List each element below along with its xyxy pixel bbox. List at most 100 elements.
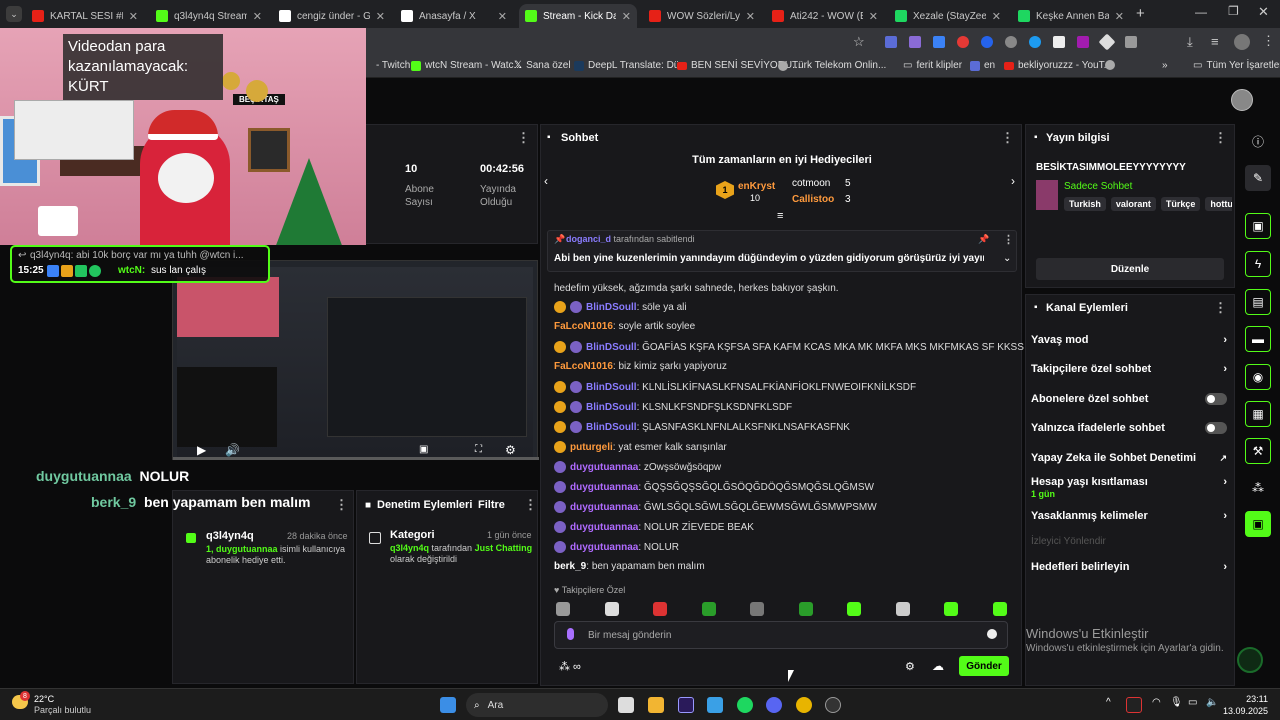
browser-tab[interactable]: q3l4yn4q Stream - W ✕ (150, 4, 268, 28)
extension-icon[interactable] (957, 36, 969, 48)
mic-icon[interactable] (567, 628, 574, 640)
bookmarks-overflow-icon[interactable]: » (1162, 60, 1168, 71)
bookmark[interactable]: 𝕏 Sana özel (514, 60, 571, 71)
extension-icon[interactable] (885, 36, 897, 48)
close-window-button[interactable]: ✕ (1258, 4, 1269, 20)
tag[interactable]: Turkish (1064, 197, 1106, 211)
filter-button[interactable]: Filtre (478, 499, 505, 511)
start-button[interactable] (440, 697, 456, 713)
close-tab-icon[interactable]: ✕ (253, 10, 262, 23)
extension-icon[interactable] (1053, 36, 1065, 48)
settings-icon[interactable]: ⚙ (905, 660, 915, 673)
chat-username[interactable]: BlinDSoull (586, 422, 637, 433)
chat-username[interactable]: FaLcoN1016 (554, 321, 613, 332)
list-icon[interactable]: ▤ (1245, 289, 1271, 315)
tag[interactable]: valorant (1110, 197, 1156, 211)
game-icon[interactable]: ▣ (1245, 511, 1271, 537)
user-avatar[interactable] (1231, 89, 1253, 111)
all-bookmarks[interactable]: ▭ Tüm Yer İşaretleri (1193, 60, 1280, 71)
close-tab-icon[interactable]: ✕ (1115, 10, 1124, 23)
info-icon[interactable]: ⓘ (1245, 128, 1271, 154)
unpin-icon[interactable]: 📌 (978, 234, 989, 245)
send-button[interactable]: Gönder (959, 656, 1009, 676)
edit-icon[interactable]: ✎ (1245, 165, 1271, 191)
close-tab-icon[interactable]: ✕ (869, 10, 878, 23)
bookmark-star-icon[interactable]: ☆ (853, 34, 865, 50)
more-icon[interactable]: ⋮ (1214, 300, 1227, 316)
emote-icon[interactable] (798, 602, 813, 616)
slow-mode-row[interactable]: Yavaş mod › (1031, 334, 1227, 346)
emote-icon[interactable] (992, 602, 1007, 616)
chat-username[interactable]: BlinDSoull (586, 402, 637, 413)
chrome-icon[interactable] (796, 697, 812, 713)
stream-category[interactable]: Sadece Sohbet (1064, 181, 1132, 192)
subs-chat-toggle[interactable] (1205, 393, 1227, 405)
chat-bubble-icon[interactable]: ▬ (1245, 326, 1271, 352)
browser-tab[interactable]: Stream - Kick Dashbo ✕ (519, 4, 637, 28)
chat-username[interactable]: BlinDSoull (586, 382, 637, 393)
close-tab-icon[interactable]: ✕ (622, 10, 631, 23)
browser-tab[interactable]: Ati242 - WOW (BEAT ✕ (766, 4, 884, 28)
tray-app-icon[interactable] (1126, 697, 1142, 713)
browser-tab[interactable]: Anasayfa / X ✕ (395, 4, 513, 28)
followers-chat-row[interactable]: Takipçilere özel sohbet › (1031, 363, 1227, 375)
expand-icon[interactable]: ⌄ (1003, 253, 1011, 264)
chat-username[interactable]: BlinDSoull (586, 342, 637, 353)
next-arrow-icon[interactable]: › (1011, 174, 1015, 188)
ai-mod-row[interactable]: Yapay Zeka ile Sohbet Denetimi ↗ (1031, 452, 1227, 464)
close-tab-icon[interactable]: ✕ (992, 10, 1001, 23)
extension-icon[interactable] (1005, 36, 1017, 48)
chat-username[interactable]: duygutuannaa (570, 522, 638, 533)
extension-icon[interactable] (981, 36, 993, 48)
media-icon[interactable]: ≡ (1211, 34, 1219, 49)
bookmark[interactable]: Türk Telekom Onlin... (778, 60, 886, 71)
tray-arrow-icon[interactable]: ^ (1106, 697, 1111, 708)
browser-tab[interactable]: KARTAL SESİ #Beşiktaş ✕ (26, 4, 144, 28)
lightning-icon[interactable]: ϟ (1245, 251, 1271, 277)
banned-words-row[interactable]: Yasaklanmış kelimeler › (1031, 510, 1227, 522)
target-row[interactable]: Hedefleri belirleyin › (1031, 561, 1227, 573)
tab-list-button[interactable]: ⌄ (6, 6, 22, 22)
minimize-button[interactable]: — (1195, 5, 1207, 19)
bookmark[interactable]: wtcN Stream - Watc... (411, 60, 522, 71)
activity-name[interactable]: q3l4yn4q (206, 530, 254, 542)
close-tab-icon[interactable]: ✕ (746, 10, 755, 23)
extension-icon[interactable] (1077, 36, 1089, 48)
file-explorer-icon[interactable] (648, 697, 664, 713)
gifter-2-name[interactable]: cotmoon (792, 178, 830, 189)
extension-icon[interactable] (1098, 33, 1116, 51)
chat-username[interactable]: duygutuannaa (570, 482, 638, 493)
chat-username[interactable]: puturgeli (570, 442, 613, 453)
task-view-icon[interactable] (618, 697, 634, 713)
mic-icon[interactable]: 🎙 (1170, 697, 1183, 708)
broadcast-icon[interactable]: ◉ (1245, 364, 1271, 390)
bookmark-folder[interactable]: ▭ ferit klipler (903, 60, 962, 71)
emote-icon[interactable] (604, 602, 619, 616)
emote-picker-icon[interactable]: ☁ (932, 659, 944, 673)
prev-arrow-icon[interactable]: ‹ (544, 174, 548, 188)
puzzle-icon[interactable] (1125, 36, 1137, 48)
weather-temp[interactable]: 22°C (34, 694, 54, 704)
fullscreen-icon[interactable]: ⛶ (475, 444, 482, 455)
edit-button[interactable]: Düzenle (1036, 258, 1224, 280)
more-icon[interactable]: ⋮ (1001, 130, 1014, 146)
extension-icon[interactable] (933, 36, 945, 48)
more-icon[interactable]: ⋮ (524, 497, 537, 513)
obs-icon[interactable] (825, 697, 841, 713)
emote-icon[interactable] (701, 602, 716, 616)
network-icon[interactable]: ▭ (1188, 697, 1197, 708)
apps-icon[interactable]: ⁂ (1245, 475, 1271, 501)
taskbar-search[interactable]: ⌕ Ara (466, 693, 608, 717)
chat-username[interactable]: BlinDSoull (586, 302, 637, 313)
more-icon[interactable]: ⋮ (335, 497, 348, 513)
progress-bar[interactable] (173, 457, 539, 460)
more-icon[interactable]: ⋮ (517, 130, 530, 146)
close-tab-icon[interactable]: ✕ (129, 10, 138, 23)
gifter-3-name[interactable]: Callistoo (792, 194, 834, 205)
clock-date[interactable]: 13.09.2025 (1206, 706, 1268, 716)
browser-tab[interactable]: WOW Sözleri/Lyrics (✕ (643, 4, 761, 28)
play-icon[interactable]: ▶ (197, 443, 206, 457)
volume-icon[interactable]: 🔊 (225, 443, 240, 457)
emotes-chat-toggle[interactable] (1205, 422, 1227, 434)
emoji-icon[interactable] (987, 629, 997, 639)
